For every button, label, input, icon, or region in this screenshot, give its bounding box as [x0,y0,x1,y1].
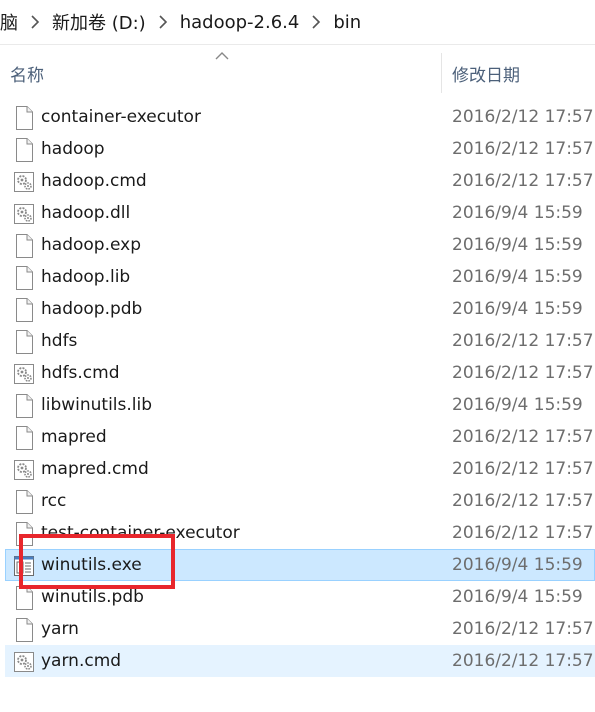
breadcrumb-item-pc[interactable]: 脑 [0,9,24,35]
file-name: hdfs [41,331,78,351]
file-row-1[interactable]: hadoop 2016/2/12 17:57 [5,133,595,165]
file-date: 2016/9/4 15:59 [452,587,583,607]
file-name: yarn [41,619,79,639]
gear-file-icon [13,169,35,195]
sort-ascending-icon [215,52,229,60]
file-date: 2016/9/4 15:59 [452,299,583,319]
file-name: yarn.cmd [41,651,122,671]
file-row-13[interactable]: test-container-executor 2016/2/12 17:57 [5,517,595,549]
file-name: hdfs.cmd [41,363,120,383]
file-date: 2016/9/4 15:59 [452,267,583,287]
blank-file-icon [13,425,35,451]
file-date: 2016/9/4 15:59 [452,395,583,415]
blank-file-icon [13,233,35,259]
file-name: mapred.cmd [41,459,149,479]
file-date: 2016/9/4 15:59 [452,203,583,223]
file-date: 2016/2/12 17:57 [452,427,594,447]
blank-file-icon [13,521,35,547]
file-name: container-executor [41,107,201,127]
file-row-17[interactable]: yarn.cmd 2016/2/12 17:57 [5,645,595,677]
column-header-name[interactable]: 名称 [10,61,44,86]
blank-file-icon [13,617,35,643]
file-name: mapred [41,427,107,447]
file-name: libwinutils.lib [41,395,153,415]
file-row-5[interactable]: hadoop.lib 2016/9/4 15:59 [5,261,595,293]
file-name: rcc [41,491,67,511]
file-row-0[interactable]: container-executor 2016/2/12 17:57 [5,101,595,133]
file-row-4[interactable]: hadoop.exp 2016/9/4 15:59 [5,229,595,261]
gear-file-icon [13,201,35,227]
file-date: 2016/9/4 15:59 [452,555,583,575]
blank-file-icon [13,265,35,291]
file-name: hadoop.cmd [41,171,147,191]
file-row-15[interactable]: winutils.pdb 2016/9/4 15:59 [5,581,595,613]
file-date: 2016/2/12 17:57 [452,171,594,191]
file-name: test-container-executor [41,523,240,543]
file-date: 2016/2/12 17:57 [452,491,594,511]
gear-file-icon [13,457,35,483]
file-row-11[interactable]: mapred.cmd 2016/2/12 17:57 [5,453,595,485]
column-resize-handle[interactable] [441,53,442,93]
exe-file-icon [13,553,35,579]
file-name: hadoop.pdb [41,299,143,319]
file-date: 2016/2/12 17:57 [452,651,594,671]
blank-file-icon [13,489,35,515]
gear-file-icon [13,361,35,387]
file-row-14[interactable]: winutils.exe 2016/9/4 15:59 [5,549,595,581]
chevron-right-icon[interactable] [305,15,327,29]
breadcrumb: 脑 新加卷 (D:) hadoop-2.6.4 bin [0,0,595,44]
file-date: 2016/2/12 17:57 [452,331,594,351]
blank-file-icon [13,585,35,611]
blank-file-icon [13,329,35,355]
file-row-12[interactable]: rcc 2016/2/12 17:57 [5,485,595,517]
file-name: hadoop.dll [41,203,131,223]
blank-file-icon [13,297,35,323]
blank-file-icon [13,137,35,163]
file-row-10[interactable]: mapred 2016/2/12 17:57 [5,421,595,453]
file-row-2[interactable]: hadoop.cmd 2016/2/12 17:57 [5,165,595,197]
file-name: hadoop [41,139,105,159]
chevron-right-icon[interactable] [152,15,174,29]
file-date: 2016/9/4 15:59 [452,235,583,255]
file-date: 2016/2/12 17:57 [452,139,594,159]
column-header-date[interactable]: 修改日期 [452,61,520,86]
file-row-8[interactable]: hdfs.cmd 2016/2/12 17:57 [5,357,595,389]
gear-file-icon [13,649,35,675]
file-row-6[interactable]: hadoop.pdb 2016/9/4 15:59 [5,293,595,325]
file-date: 2016/2/12 17:57 [452,459,594,479]
chevron-right-icon[interactable] [24,15,46,29]
breadcrumb-item-bin[interactable]: bin [327,12,367,33]
file-name: hadoop.exp [41,235,141,255]
file-date: 2016/2/12 17:57 [452,523,594,543]
file-row-3[interactable]: hadoop.dll 2016/9/4 15:59 [5,197,595,229]
file-date: 2016/2/12 17:57 [452,619,594,639]
file-date: 2016/2/12 17:57 [452,363,594,383]
column-headers: 名称 修改日期 [0,45,595,101]
file-date: 2016/2/12 17:57 [452,107,594,127]
file-row-16[interactable]: yarn 2016/2/12 17:57 [5,613,595,645]
blank-file-icon [13,105,35,131]
file-row-7[interactable]: hdfs 2016/2/12 17:57 [5,325,595,357]
file-name: winutils.exe [41,555,142,575]
breadcrumb-item-hadoop[interactable]: hadoop-2.6.4 [174,12,306,33]
file-row-9[interactable]: libwinutils.lib 2016/9/4 15:59 [5,389,595,421]
file-name: hadoop.lib [41,267,131,287]
blank-file-icon [13,393,35,419]
file-name: winutils.pdb [41,587,144,607]
breadcrumb-item-drive[interactable]: 新加卷 (D:) [46,9,152,35]
